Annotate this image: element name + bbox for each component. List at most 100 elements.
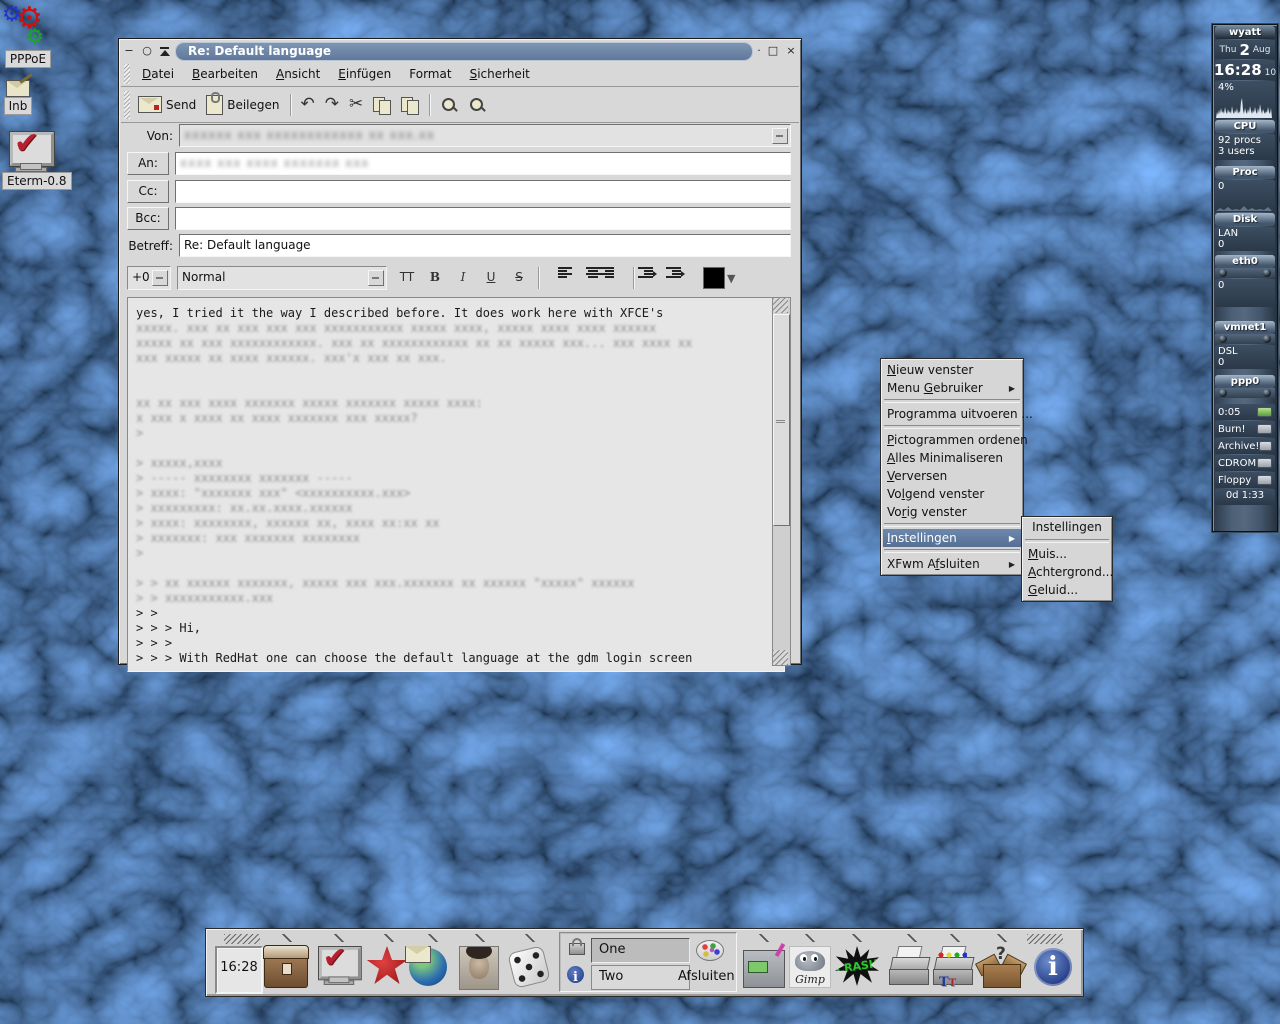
popup-tick[interactable] <box>949 934 961 942</box>
shade-button[interactable] <box>157 43 173 59</box>
bcc-field[interactable] <box>175 207 791 230</box>
font-size-combo[interactable]: +0 <box>127 266 171 290</box>
menu-format[interactable]: Format <box>400 64 460 84</box>
timer-button[interactable] <box>1257 407 1272 417</box>
launcher-print-color[interactable]: TT <box>933 946 975 990</box>
proc-chart[interactable]: 0 <box>1215 180 1275 212</box>
cc-field[interactable] <box>175 180 791 203</box>
titlebar[interactable]: − ○ Re: Default language · □ × <box>121 41 799 61</box>
panel-clock[interactable]: 16:28 <box>215 946 263 994</box>
paste-button[interactable] <box>396 95 424 115</box>
launcher-dice[interactable] <box>507 945 551 989</box>
align-left-button[interactable] <box>546 267 572 289</box>
popup-tick[interactable] <box>281 934 293 942</box>
cdrom-button[interactable] <box>1257 458 1272 468</box>
context-menu-item-volgend-venster[interactable]: Volgend venster <box>883 485 1021 503</box>
popup-tick[interactable] <box>906 934 918 942</box>
proc-cap[interactable]: Proc <box>1215 166 1275 179</box>
desktop-two-button[interactable]: Two <box>591 965 690 990</box>
subject-field[interactable]: Re: Default language <box>179 234 791 257</box>
close-button[interactable]: × <box>783 43 799 59</box>
send-button[interactable]: Send <box>133 94 201 115</box>
italic-button[interactable]: I <box>451 267 475 289</box>
menu-datei[interactable]: Datei <box>133 64 183 84</box>
launcher-info[interactable]: i <box>1034 946 1076 988</box>
toolbar-grip[interactable] <box>124 90 130 119</box>
message-body[interactable]: yes, I tried it the way I described befo… <box>127 297 785 672</box>
popup-tick[interactable] <box>383 934 395 942</box>
context-menu-item-pictogrammen-ordenen[interactable]: Pictogrammen ordenen <box>883 431 1028 449</box>
minimize-button[interactable]: − <box>121 43 137 59</box>
paragraph-dropdown[interactable] <box>368 270 384 286</box>
lock-icon[interactable] <box>569 938 585 955</box>
disk-cap[interactable]: Disk <box>1215 213 1275 226</box>
context-menu-item-programma-uitvoeren[interactable]: Programma uitvoeren ... <box>883 405 1033 423</box>
desktop-icon-inbox[interactable]: Inb <box>1 80 35 119</box>
body-scrollbar[interactable] <box>772 297 791 666</box>
context-menu-item-menu-gebruiker[interactable]: Menu Gebruiker ▶ <box>883 379 1021 397</box>
context-menu-item-verversen[interactable]: Verversen <box>883 467 1021 485</box>
text-color-swatch[interactable] <box>703 267 725 289</box>
cpu-chart[interactable]: 4% <box>1215 81 1275 119</box>
underline-button[interactable]: U <box>479 267 503 289</box>
indent-less-button[interactable] <box>666 267 693 289</box>
launcher-crash[interactable]: CRASH <box>835 946 879 988</box>
panel-handle-left[interactable] <box>224 934 260 944</box>
cut-button[interactable]: ✂ <box>344 94 368 115</box>
scroll-down-arrow[interactable] <box>773 650 788 665</box>
hostname-cap[interactable]: wyatt <box>1215 26 1275 39</box>
to-field[interactable]: xxxx xxx xxxx xxxxxxx xxx <box>175 152 791 175</box>
submenu-item-achtergrond[interactable]: Achtergrond... <box>1024 563 1113 581</box>
popup-tick[interactable] <box>758 934 770 942</box>
redo-button[interactable]: ↷ <box>320 94 344 115</box>
indent-more-button[interactable] <box>638 267 665 289</box>
eth0-chart[interactable]: 0 <box>1215 279 1275 307</box>
context-menu-item-vorig-venster[interactable]: Vorig venster <box>883 503 1021 521</box>
context-menu-item-xfwm-afsluiten[interactable]: XFwm Afsluiten ▶ <box>883 555 1021 573</box>
menu-einfgen[interactable]: Einfügen <box>329 64 400 84</box>
popup-tick[interactable] <box>851 934 863 942</box>
quit-label[interactable]: Afsluiten <box>678 969 735 984</box>
eth0-cap[interactable]: eth0 <box>1215 255 1275 268</box>
date-panel[interactable]: Thu 2 Aug <box>1215 40 1275 59</box>
cpu-cap[interactable]: CPU <box>1215 120 1275 133</box>
desktop-one-button[interactable]: One <box>591 938 690 963</box>
ppp0-cap[interactable]: ppp0 <box>1215 375 1275 388</box>
menu-sicherheit[interactable]: Sicherheit <box>461 64 539 84</box>
popup-tick[interactable] <box>996 934 1008 942</box>
menubar-grip[interactable] <box>124 64 130 84</box>
bcc-button[interactable]: Bcc: <box>127 207 169 230</box>
maximize-circle-button[interactable]: ○ <box>139 43 155 59</box>
burn-button[interactable] <box>1257 424 1272 434</box>
launcher-package[interactable]: ? <box>975 944 1027 988</box>
context-menu-item-nieuw-venster[interactable]: Nieuw venster <box>883 361 1021 379</box>
panel-handle-right[interactable] <box>1027 934 1063 944</box>
align-center-button[interactable] <box>574 267 600 289</box>
launcher-mailworld[interactable] <box>405 946 451 988</box>
find-button[interactable] <box>435 94 463 116</box>
palette-icon[interactable] <box>696 940 724 961</box>
attach-button[interactable]: Beilegen <box>201 91 284 117</box>
scrollbar-thumb[interactable] <box>773 314 790 526</box>
menu-bearbeiten[interactable]: Bearbeiten <box>183 64 267 84</box>
font-size-dropdown[interactable] <box>152 270 168 286</box>
popup-tick[interactable] <box>524 934 536 942</box>
cc-button[interactable]: Cc: <box>127 180 169 203</box>
copy-button[interactable] <box>368 95 396 115</box>
desktop-icon-pppoe[interactable]: ⚙ ⚙ ⚙ PPPoE <box>0 4 56 72</box>
menu-ansicht[interactable]: Ansicht <box>267 64 329 84</box>
teletype-button[interactable]: TT <box>395 267 419 289</box>
submenu-item-muis[interactable]: Muis... <box>1024 545 1110 563</box>
floppy-button[interactable] <box>1257 475 1272 485</box>
paragraph-style-combo[interactable]: Normal <box>177 266 387 290</box>
text-color-dropdown-arrow[interactable]: ▼ <box>727 272 735 285</box>
from-field[interactable]: xxxxxx xxx xxxxxxxxxxxx xx xxx.xx <box>179 124 791 147</box>
launcher-printer[interactable] <box>889 946 931 988</box>
sticky-button[interactable]: · <box>755 43 763 59</box>
popup-tick[interactable] <box>804 934 816 942</box>
undo-button[interactable]: ↶ <box>296 94 320 115</box>
launcher-toolbox[interactable] <box>263 945 309 988</box>
launcher-eterm[interactable]: ✔ <box>316 941 361 988</box>
context-menu-item-instellingen[interactable]: Instellingen ▶ <box>883 529 1021 547</box>
from-dropdown-button[interactable] <box>772 128 788 144</box>
